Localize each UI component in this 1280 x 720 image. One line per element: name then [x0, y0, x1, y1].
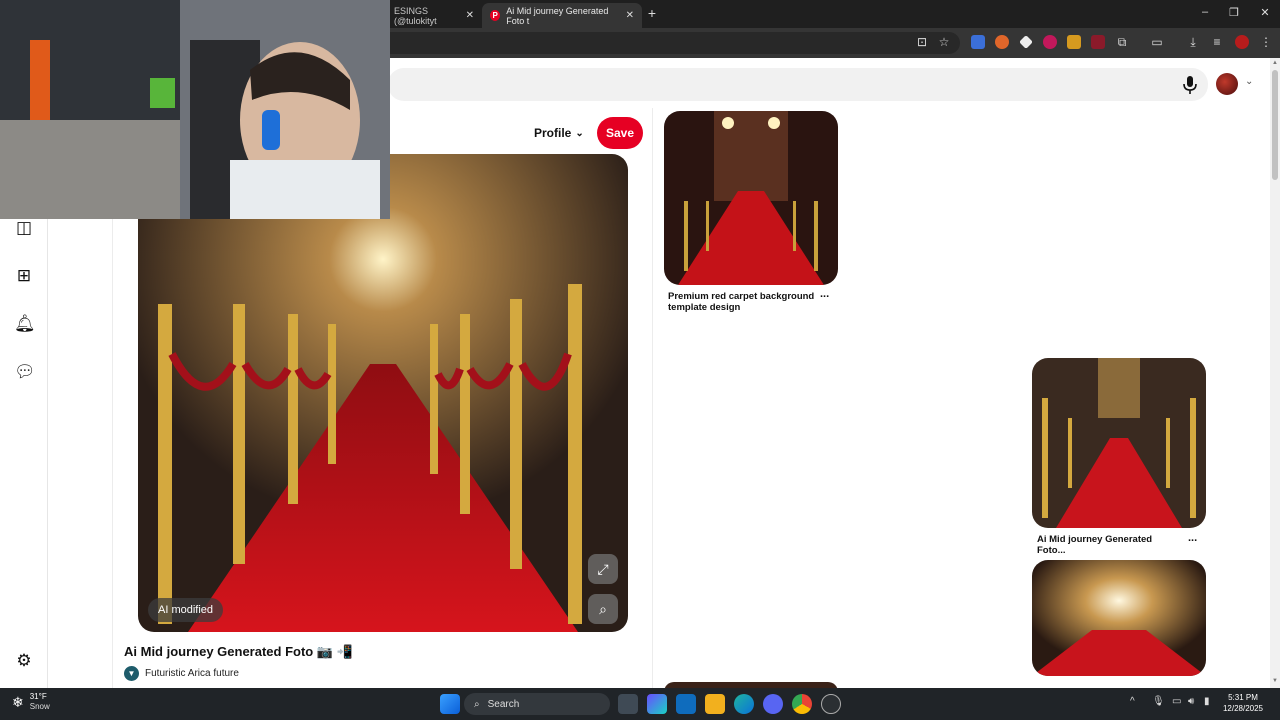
ai-modified-badge: AI modified — [148, 598, 224, 622]
outlook-icon[interactable] — [676, 694, 696, 714]
extension-icon[interactable] — [995, 35, 1009, 49]
install-icon[interactable]: ⊡ — [915, 33, 929, 51]
divider — [652, 108, 653, 688]
profile-label: Profile — [534, 126, 572, 140]
extension-icon[interactable] — [1091, 35, 1105, 49]
creator-name: Futuristic Arica future — [145, 668, 239, 679]
boards-icon[interactable]: ◫ — [14, 218, 34, 238]
settings-gear-icon[interactable]: ⚙ — [14, 651, 34, 671]
obs-icon[interactable] — [821, 694, 841, 714]
create-icon[interactable]: ⊞ — [14, 266, 34, 286]
discord-icon[interactable] — [763, 694, 783, 714]
scrollbar-thumb[interactable] — [1272, 70, 1278, 180]
scroll-down-icon[interactable]: ▼ — [1272, 678, 1278, 684]
address-bar[interactable] — [300, 32, 960, 54]
creator[interactable]: ▼ Futuristic Arica future — [124, 666, 239, 681]
scroll-up-icon[interactable]: ▲ — [1272, 60, 1278, 66]
chevron-down-icon: ⌄ — [575, 127, 584, 139]
related-pin-title[interactable]: Ai Mid journey Generated Foto... — [1037, 534, 1177, 556]
taskbar-search[interactable]: ⌕ Search — [464, 693, 610, 715]
pin-image[interactable] — [138, 154, 628, 632]
new-tab-button[interactable]: + — [645, 5, 659, 21]
restore-button[interactable]: ❐ — [1228, 6, 1240, 19]
search-label: Search — [487, 698, 520, 710]
media-icon[interactable]: ≡ — [1210, 33, 1224, 51]
save-button[interactable]: Save — [597, 117, 643, 149]
tab-active[interactable]: P Ai Mid journey Generated Foto t ✕ — [482, 3, 642, 28]
edge-icon[interactable] — [734, 694, 754, 714]
search-icon: ⌕ — [474, 698, 480, 710]
tab-label: Ai Mid journey Generated Foto t — [506, 5, 609, 26]
volume-icon[interactable]: 🔊︎ — [1188, 696, 1194, 707]
windows-start-icon[interactable] — [440, 694, 460, 714]
avatar[interactable] — [1216, 73, 1238, 95]
extension-icon[interactable] — [1043, 35, 1057, 49]
pin-title: Ai Mid journey Generated Foto 📷 📲 — [124, 644, 353, 659]
tab-other[interactable]: ESINGS (@tulokityt ✕ — [386, 3, 482, 28]
chrome-icon[interactable] — [792, 694, 812, 714]
more-options-icon[interactable]: ... — [820, 288, 829, 300]
expand-icon[interactable]: ⤢ — [588, 554, 618, 584]
pinterest-logo-icon: P — [490, 10, 501, 21]
visual-search-icon[interactable]: ⌕ — [588, 594, 618, 624]
system-clock[interactable]: 5:31 PM 12/28/2025 — [1218, 692, 1268, 714]
extension-icon[interactable] — [1067, 35, 1081, 49]
close-window-button[interactable]: ✕ — [1259, 6, 1271, 19]
extension-icon[interactable] — [971, 35, 985, 49]
more-options-icon[interactable]: ... — [1188, 532, 1197, 544]
microphone-icon[interactable] — [1182, 75, 1198, 95]
page-scrollbar[interactable]: ▲ ▼ — [1270, 58, 1280, 688]
chevron-down-icon[interactable]: ⌄ — [1245, 76, 1253, 87]
task-view-icon[interactable] — [618, 694, 638, 714]
microphone-icon[interactable]: 🎙︎ — [1152, 696, 1165, 707]
download-icon[interactable]: ⤓ — [1186, 33, 1200, 51]
profile-dropdown[interactable]: Profile ⌄ — [534, 122, 584, 144]
close-icon[interactable]: ✕ — [466, 10, 474, 21]
menu-icon[interactable]: ⋮ — [1259, 33, 1273, 51]
related-pin-image[interactable] — [1032, 560, 1206, 676]
minimize-button[interactable]: – — [1199, 6, 1211, 18]
webcam-overlay — [0, 0, 390, 219]
side-panel-icon[interactable]: ▭ — [1150, 33, 1164, 51]
notifications-bell-icon[interactable]: 🔔︎ — [14, 314, 36, 334]
weather-condition: Snow — [29, 702, 50, 711]
related-pin-image[interactable] — [1032, 358, 1206, 528]
related-pin-image[interactable] — [664, 111, 838, 285]
copilot-icon[interactable] — [647, 694, 667, 714]
temperature: 31°F — [29, 692, 47, 701]
search-input[interactable] — [388, 68, 1208, 101]
messages-icon[interactable]: 💬︎ — [14, 362, 36, 382]
extensions-puzzle-icon[interactable]: ⧉ — [1115, 33, 1129, 51]
network-icon[interactable]: ▭ — [1172, 696, 1181, 707]
tab-label: ESINGS (@tulokityt — [394, 5, 437, 26]
profile-avatar-icon[interactable] — [1235, 35, 1249, 49]
extension-icon[interactable] — [1019, 35, 1033, 49]
chevron-up-icon[interactable]: ^ — [1130, 696, 1135, 707]
battery-icon[interactable]: ▮ — [1204, 696, 1210, 707]
windows-taskbar: ❄ 31°F Snow ⌕ Search ^ 🎙︎ ▭ 🔊︎ ▮ 5:31 PM… — [0, 688, 1280, 720]
file-explorer-icon[interactable] — [705, 694, 725, 714]
clock-time: 5:31 PM — [1228, 693, 1258, 702]
weather-snow-icon: ❄ — [12, 693, 24, 710]
creator-avatar: ▼ — [124, 666, 139, 681]
related-pin-title[interactable]: Premium red carpet background template d… — [668, 291, 818, 313]
weather-widget[interactable]: ❄ 31°F Snow — [12, 692, 50, 712]
clock-date: 12/28/2025 — [1222, 704, 1264, 713]
bookmark-star-icon[interactable]: ☆ — [937, 33, 951, 51]
close-icon[interactable]: ✕ — [626, 10, 634, 21]
